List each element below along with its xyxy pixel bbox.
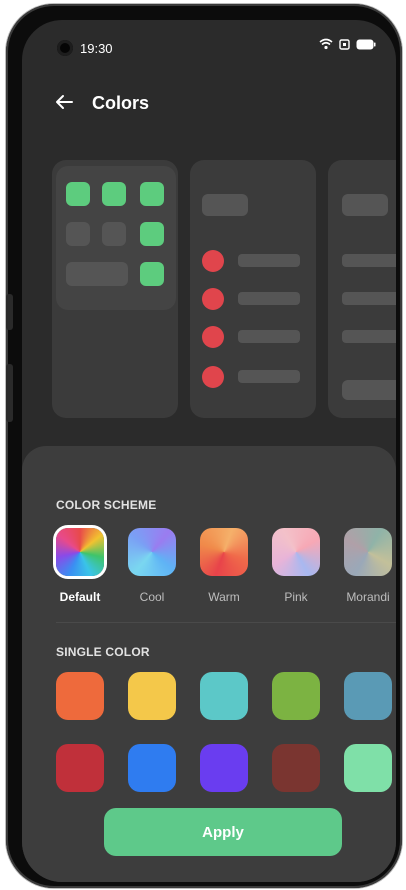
preview-tile	[102, 182, 126, 206]
scheme-name-cool: Cool	[139, 590, 165, 604]
scheme-name-warm: Warm	[208, 590, 240, 604]
preview-card-partial	[328, 160, 396, 418]
preview-bar	[342, 292, 396, 305]
preview-tile	[66, 182, 90, 206]
phone-frame: 19:30 Colors COLOR SCHEME Default Cool W…	[6, 4, 402, 888]
side-button	[6, 364, 13, 422]
preview-card-list	[190, 160, 316, 418]
scheme-name-default: Default	[59, 590, 101, 604]
status-time: 19:30	[80, 41, 113, 56]
color-swatch-maroon[interactable]	[272, 744, 320, 792]
color-swatch-purple[interactable]	[200, 744, 248, 792]
scheme-name-morandi: Morandi	[346, 590, 390, 604]
back-arrow-icon[interactable]	[52, 90, 76, 114]
preview-pill	[202, 194, 248, 216]
wifi-icon	[319, 38, 333, 50]
color-swatch-red[interactable]	[56, 744, 104, 792]
battery-icon	[356, 39, 376, 49]
status-bar: 19:30	[22, 20, 396, 76]
color-swatch-orange[interactable]	[56, 672, 104, 720]
scheme-swatch-default[interactable]	[56, 528, 104, 576]
preview-pill	[66, 262, 128, 286]
preview-card-grid	[52, 160, 178, 418]
apply-button[interactable]: Apply	[104, 808, 342, 856]
preview-pill	[342, 194, 388, 216]
preview-bar	[238, 370, 300, 383]
section-divider	[56, 622, 396, 623]
scheme-swatch-warm[interactable]	[200, 528, 248, 576]
scheme-swatch-pink[interactable]	[272, 528, 320, 576]
preview-dot	[202, 366, 224, 388]
scheme-name-pink: Pink	[284, 590, 308, 604]
preview-bar	[238, 254, 300, 267]
scheme-swatch-morandi[interactable]	[344, 528, 392, 576]
color-swatch-steel-blue[interactable]	[344, 672, 392, 720]
front-camera	[57, 40, 73, 56]
color-swatch-green[interactable]	[272, 672, 320, 720]
preview-tile	[66, 222, 90, 246]
side-button	[6, 294, 13, 330]
scheme-swatch-cool[interactable]	[128, 528, 176, 576]
preview-bar	[342, 254, 396, 267]
preview-bar	[238, 292, 300, 305]
color-scheme-label: COLOR SCHEME	[56, 498, 157, 512]
preview-tile	[140, 262, 164, 286]
preview-tile	[102, 222, 126, 246]
color-swatch-teal[interactable]	[200, 672, 248, 720]
page-title: Colors	[92, 93, 150, 113]
preview-dot	[202, 288, 224, 310]
preview-grid-panel	[56, 166, 176, 310]
preview-pill	[342, 380, 396, 400]
preview-bar	[238, 330, 300, 343]
single-color-label: SINGLE COLOR	[56, 645, 150, 659]
preview-bar	[342, 330, 396, 343]
preview-dot	[202, 326, 224, 348]
status-icons	[319, 38, 376, 50]
color-settings-sheet: COLOR SCHEME Default Cool Warm Pink Mora…	[22, 446, 396, 882]
color-swatch-yellow[interactable]	[128, 672, 176, 720]
screen: 19:30 Colors COLOR SCHEME Default Cool W…	[22, 20, 396, 882]
preview-tile	[140, 222, 164, 246]
app-bar: Colors	[22, 76, 396, 126]
sim-icon	[339, 38, 350, 50]
color-swatch-mint[interactable]	[344, 744, 392, 792]
preview-dot	[202, 250, 224, 272]
color-swatch-blue[interactable]	[128, 744, 176, 792]
preview-tile	[140, 182, 164, 206]
